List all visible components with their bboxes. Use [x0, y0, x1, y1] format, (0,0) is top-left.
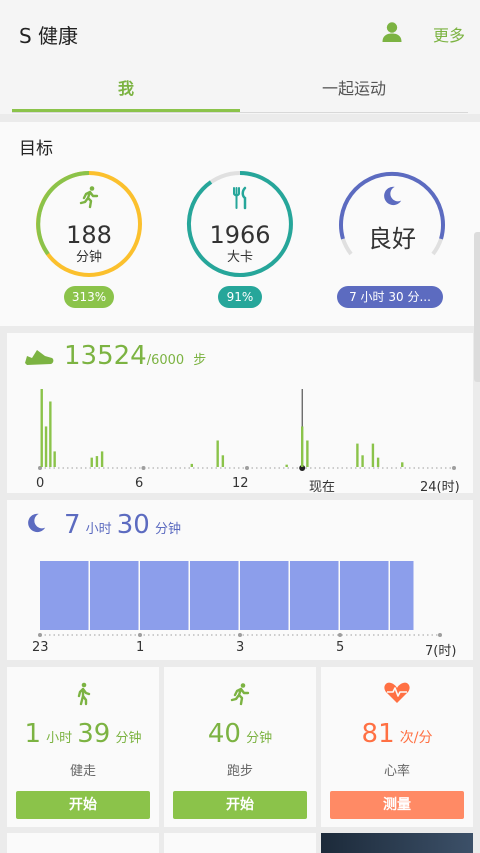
sleep-axis-tick: [38, 633, 42, 637]
sleep-x-label-23: 23: [32, 640, 49, 655]
tab-together[interactable]: 一起运动: [240, 66, 468, 112]
sleep-axis-tick: [338, 633, 342, 637]
goals-card[interactable]: 目标 188 分钟 313% 1966 大卡 91% 良好 7 小时 30 分.…: [0, 122, 480, 382]
running-minutes: 40: [207, 719, 241, 749]
app-bar: S 健康 更多: [0, 0, 480, 66]
steps-bar: [44, 426, 48, 467]
steps-axis-tick: [141, 466, 146, 470]
walking-hours-unit: 小时: [46, 731, 73, 746]
sleep-badge: 7 小时 30 分...: [337, 286, 443, 308]
sleep-segment: [290, 561, 339, 630]
food-value: 1966: [209, 221, 271, 249]
sleep-segment: [190, 561, 239, 630]
walking-minutes: 39: [77, 719, 111, 749]
next-card-partial: [7, 833, 159, 853]
steps-bar: [221, 455, 225, 467]
food-goal[interactable]: 1966 大卡 91%: [185, 169, 295, 334]
tab-me[interactable]: 我: [12, 66, 240, 112]
heart-rate-card[interactable]: 81 次/分 心率 测量: [321, 667, 473, 827]
sleep-x-label-3: 3: [236, 640, 245, 655]
goals-title: 目标: [19, 139, 53, 159]
sleep-axis-tick: [238, 633, 242, 637]
promo-image-partial: [321, 833, 473, 853]
walking-person-icon: [77, 682, 91, 706]
sleep-x-label-5: 5: [336, 640, 345, 655]
heart-rate-measure-button[interactable]: 测量: [330, 791, 464, 819]
walking-hours: 1: [24, 719, 42, 749]
fork-knife-icon: [233, 186, 247, 210]
running-label: 跑步: [226, 764, 253, 779]
steps-bar: [371, 443, 375, 467]
walking-label: 健走: [69, 764, 96, 779]
steps-bar: [49, 401, 52, 467]
steps-card[interactable]: 13524/6000 步 0 6 12 现在 24(时): [7, 333, 473, 495]
food-unit: 大卡: [226, 250, 253, 265]
sleep-segment: [40, 561, 89, 630]
steps-bar: [90, 457, 93, 467]
activity-value: 188: [66, 221, 112, 249]
steps-bar: [95, 456, 99, 467]
steps-chart: [38, 389, 456, 471]
sleep-segment: [390, 561, 414, 630]
steps-x-label-24: 24(时): [420, 480, 460, 495]
sleep-x-label-7: 7(时): [425, 644, 457, 659]
steps-x-label-0: 0: [36, 476, 45, 491]
sleep-quality: 良好: [368, 225, 416, 253]
heart-rate-label: 心率: [383, 764, 410, 779]
sleep-card[interactable]: 7 小时 30 分钟 23 1 3 5 7(时): [7, 500, 473, 660]
steps-axis-tick: [452, 466, 456, 470]
profile-icon[interactable]: [381, 21, 403, 43]
steps-axis-tick: [245, 466, 249, 470]
steps-bar: [100, 451, 104, 467]
food-badge: 91%: [218, 286, 262, 308]
sleep-chart: [38, 561, 442, 637]
more-button[interactable]: 更多: [433, 22, 465, 46]
sleep-axis-tick: [138, 633, 142, 637]
moon-icon: [384, 186, 402, 206]
heart-rate-icon: [384, 682, 410, 703]
walking-duration: 1 小时 39 分钟: [7, 719, 159, 749]
heart-rate-bpm: 81: [361, 719, 395, 749]
steps-bar: [301, 426, 304, 467]
steps-bar: [285, 464, 288, 467]
steps-x-label-6: 6: [135, 476, 144, 491]
heart-rate-value: 81 次/分: [321, 719, 473, 749]
activity-goal[interactable]: 188 分钟 313%: [34, 169, 144, 334]
app-title: S 健康: [19, 24, 79, 48]
activity-unit: 分钟: [75, 250, 102, 265]
steps-x-label-now: 现在: [309, 480, 336, 495]
running-card[interactable]: 40 分钟 跑步 开始: [164, 667, 316, 827]
sleep-segment: [140, 561, 189, 630]
scroll-indicator: [474, 232, 480, 382]
walking-card[interactable]: 1 小时 39 分钟 健走 开始: [7, 667, 159, 827]
running-start-button[interactable]: 开始: [173, 791, 307, 819]
running-person-icon: [79, 186, 99, 209]
tab-bar: 我 一起运动: [0, 66, 480, 114]
steps-bar: [190, 463, 193, 467]
sleep-segment: [240, 561, 289, 630]
walking-minutes-unit: 分钟: [115, 731, 142, 746]
walking-start-button[interactable]: 开始: [16, 791, 150, 819]
steps-bar: [306, 440, 309, 467]
heart-rate-unit: 次/分: [399, 730, 433, 746]
steps-x-label-12: 12: [232, 476, 249, 491]
steps-bar: [40, 389, 43, 467]
sleep-segment: [340, 561, 389, 630]
steps-bar: [216, 440, 219, 467]
sleep-axis-tick: [438, 633, 442, 637]
tab-divider: [12, 112, 468, 113]
steps-bar: [361, 455, 364, 467]
activity-badge: 313%: [64, 286, 114, 308]
steps-bar: [53, 451, 56, 467]
steps-bar: [401, 462, 404, 467]
sleep-x-label-1: 1: [136, 640, 145, 655]
next-card-partial: [164, 833, 316, 853]
sleep-goal[interactable]: 良好 7 小时 30 分...: [335, 169, 450, 334]
running-duration: 40 分钟: [164, 719, 316, 749]
steps-bar: [376, 457, 380, 467]
steps-bar: [356, 443, 359, 467]
sleep-segment: [90, 561, 139, 630]
running-minutes-unit: 分钟: [246, 731, 273, 746]
running-person-icon: [230, 683, 250, 706]
